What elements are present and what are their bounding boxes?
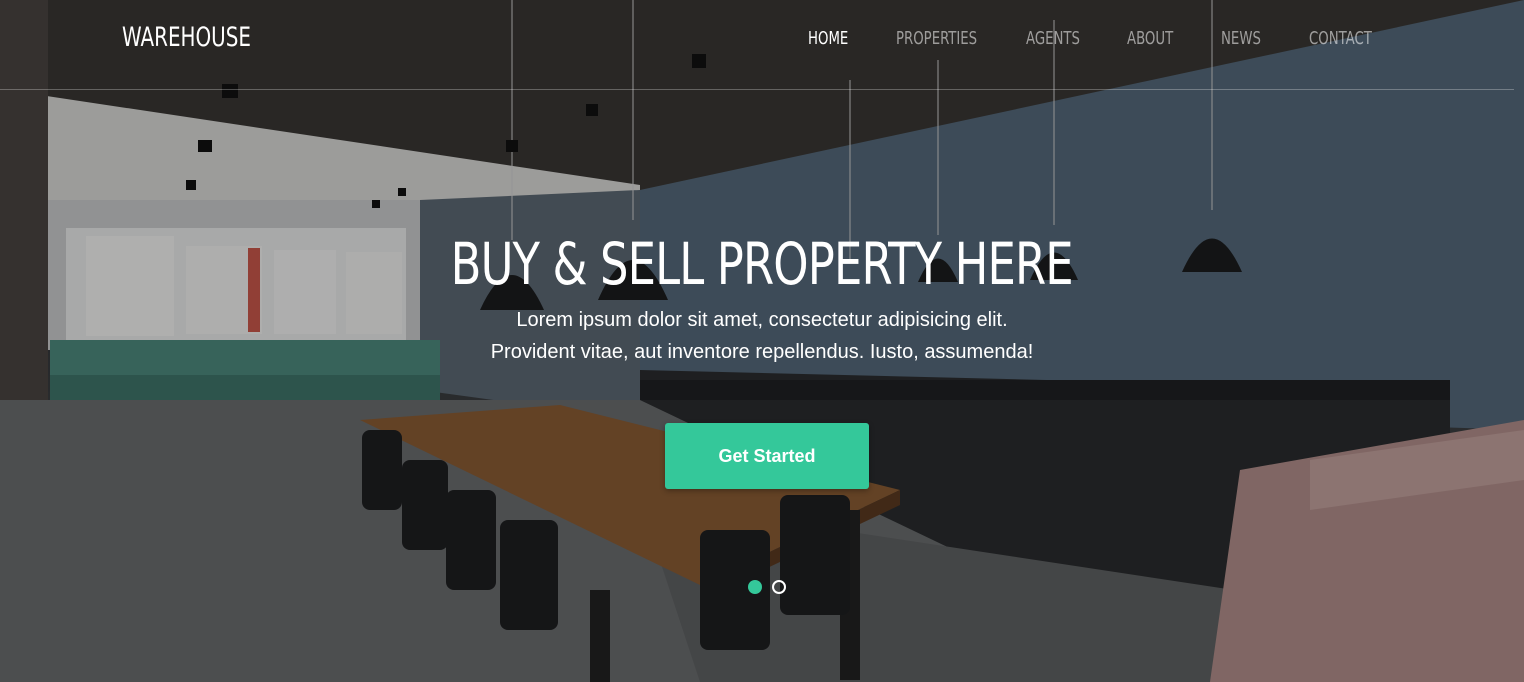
nav-about[interactable]: ABOUT	[1127, 28, 1173, 49]
main-nav: HOME PROPERTIES AGENTS ABOUT NEWS CONTAC…	[0, 28, 1524, 54]
hero-subtext-line-1: Lorem ipsum dolor sit amet, consectetur …	[516, 309, 1008, 331]
hero-headline: BUY & SELL PROPERTY HERE	[450, 230, 1074, 298]
slide-dot-1[interactable]	[748, 580, 762, 594]
nav-properties[interactable]: PROPERTIES	[896, 28, 977, 49]
nav-news[interactable]: NEWS	[1221, 28, 1261, 49]
nav-home[interactable]: HOME	[808, 28, 848, 49]
hero-subtext: Lorem ipsum dolor sit amet, consectetur …	[412, 304, 1112, 368]
top-navbar: WAREHOUSE HOME PROPERTIES AGENTS ABOUT N…	[0, 0, 1524, 90]
get-started-button[interactable]: Get Started	[665, 423, 869, 489]
hero-content: BUY & SELL PROPERTY HERE Lorem ipsum dol…	[0, 228, 1524, 368]
nav-divider	[0, 89, 1514, 90]
nav-contact[interactable]: CONTACT	[1309, 28, 1372, 49]
hero-subtext-line-2: Provident vitae, aut inventore repellend…	[490, 341, 1034, 363]
slider-pagination	[748, 580, 788, 596]
nav-agents[interactable]: AGENTS	[1026, 28, 1080, 49]
slide-dot-2[interactable]	[772, 580, 786, 594]
hero-section: WAREHOUSE HOME PROPERTIES AGENTS ABOUT N…	[0, 0, 1524, 682]
